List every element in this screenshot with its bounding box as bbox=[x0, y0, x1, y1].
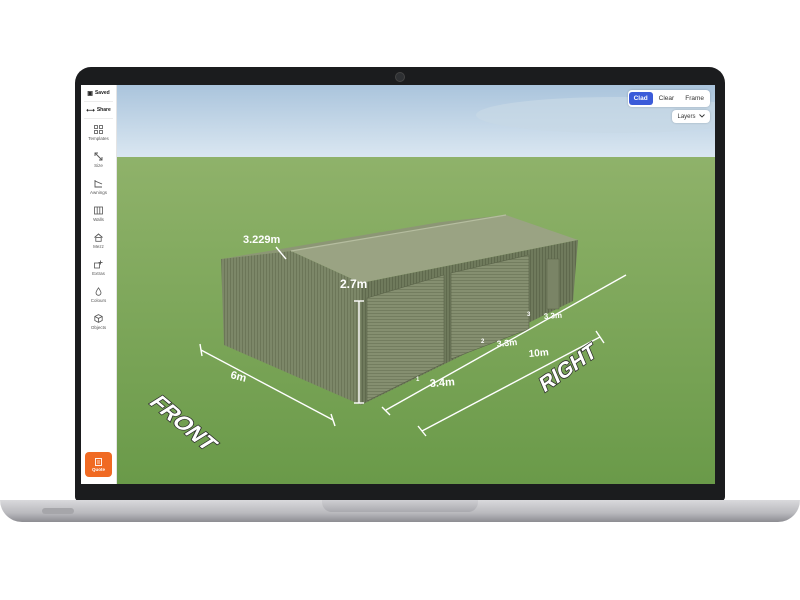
sidebar-item-label: Extras bbox=[92, 271, 105, 276]
laptop-notch bbox=[322, 500, 478, 512]
height-dimension: 2.7m bbox=[340, 277, 367, 291]
walls-icon bbox=[94, 205, 104, 215]
sidebar-item-extras[interactable]: Extras bbox=[81, 254, 116, 281]
quote-icon bbox=[95, 457, 102, 467]
sidebar-item-label: Awnings bbox=[90, 190, 107, 195]
sidebar-item-label: Templates bbox=[88, 136, 109, 141]
sidebar-item-objects[interactable]: Objects bbox=[81, 308, 116, 335]
bay-b-dimension: 3.3m bbox=[496, 337, 517, 349]
sidebar-item-templates[interactable]: Templates bbox=[81, 119, 116, 146]
3d-viewport[interactable]: 3.229m 2.7m 6m 3.4m 3.3m 3.3m 10m 1 2 3 … bbox=[116, 85, 715, 484]
awning-icon bbox=[94, 178, 104, 188]
webcam bbox=[395, 72, 405, 82]
view-option-clad[interactable]: Clad bbox=[628, 92, 653, 105]
laptop-foot bbox=[42, 508, 74, 514]
view-option-frame[interactable]: Frame bbox=[680, 92, 709, 105]
sidebar-item-label: Objects bbox=[90, 325, 107, 330]
sidebar-item-walls[interactable]: Walls bbox=[81, 200, 116, 227]
sidebar-item-size[interactable]: Size bbox=[81, 146, 116, 173]
bay-c-dimension: 3.3m bbox=[544, 311, 563, 321]
sidebar-item-mezz[interactable]: Mezz bbox=[81, 227, 116, 254]
layers-label: Layers bbox=[677, 113, 696, 120]
layers-dropdown[interactable]: Layers bbox=[672, 110, 710, 123]
resize-icon bbox=[94, 151, 104, 161]
cube-icon bbox=[94, 313, 104, 323]
sidebar-item-label: Walls bbox=[93, 217, 104, 222]
view-mode-toggle: Clad Clear Frame bbox=[627, 90, 710, 107]
bay-a-dimension: 3.4m bbox=[429, 376, 455, 390]
droplet-icon bbox=[94, 286, 104, 296]
sidebar-item-label: Size bbox=[94, 163, 103, 168]
sidebar-item-awnings[interactable]: Awnings bbox=[81, 173, 116, 200]
sidebar-item-colours[interactable]: Colours bbox=[81, 281, 116, 308]
share-icon: ⟷ bbox=[86, 107, 95, 114]
app-screen: 3.229m 2.7m 6m 3.4m 3.3m 3.3m 10m 1 2 3 … bbox=[81, 85, 715, 484]
view-option-clear[interactable]: Clear bbox=[654, 92, 680, 105]
quote-label: Quote bbox=[92, 466, 105, 472]
share-button[interactable]: ⟷ Share bbox=[81, 102, 116, 118]
chevron-down-icon bbox=[698, 113, 705, 120]
span-dimension: 3.229m bbox=[243, 234, 281, 246]
personal-door bbox=[546, 258, 560, 310]
saved-indicator[interactable]: ▣ Saved bbox=[81, 85, 116, 101]
sidebar: ▣ Saved ⟷ Share Templates Size Awnings W… bbox=[81, 85, 117, 484]
grid-icon bbox=[94, 124, 104, 134]
extras-icon bbox=[94, 259, 104, 269]
quote-button[interactable]: Quote bbox=[85, 452, 112, 477]
share-label: Share bbox=[96, 107, 111, 113]
sidebar-item-label: Mezz bbox=[93, 244, 104, 249]
mezz-icon bbox=[94, 232, 104, 242]
save-icon: ▣ bbox=[87, 90, 93, 97]
saved-label: Saved bbox=[94, 90, 110, 96]
sidebar-item-label: Colours bbox=[90, 298, 107, 303]
length-dimension: 10m bbox=[528, 347, 549, 360]
